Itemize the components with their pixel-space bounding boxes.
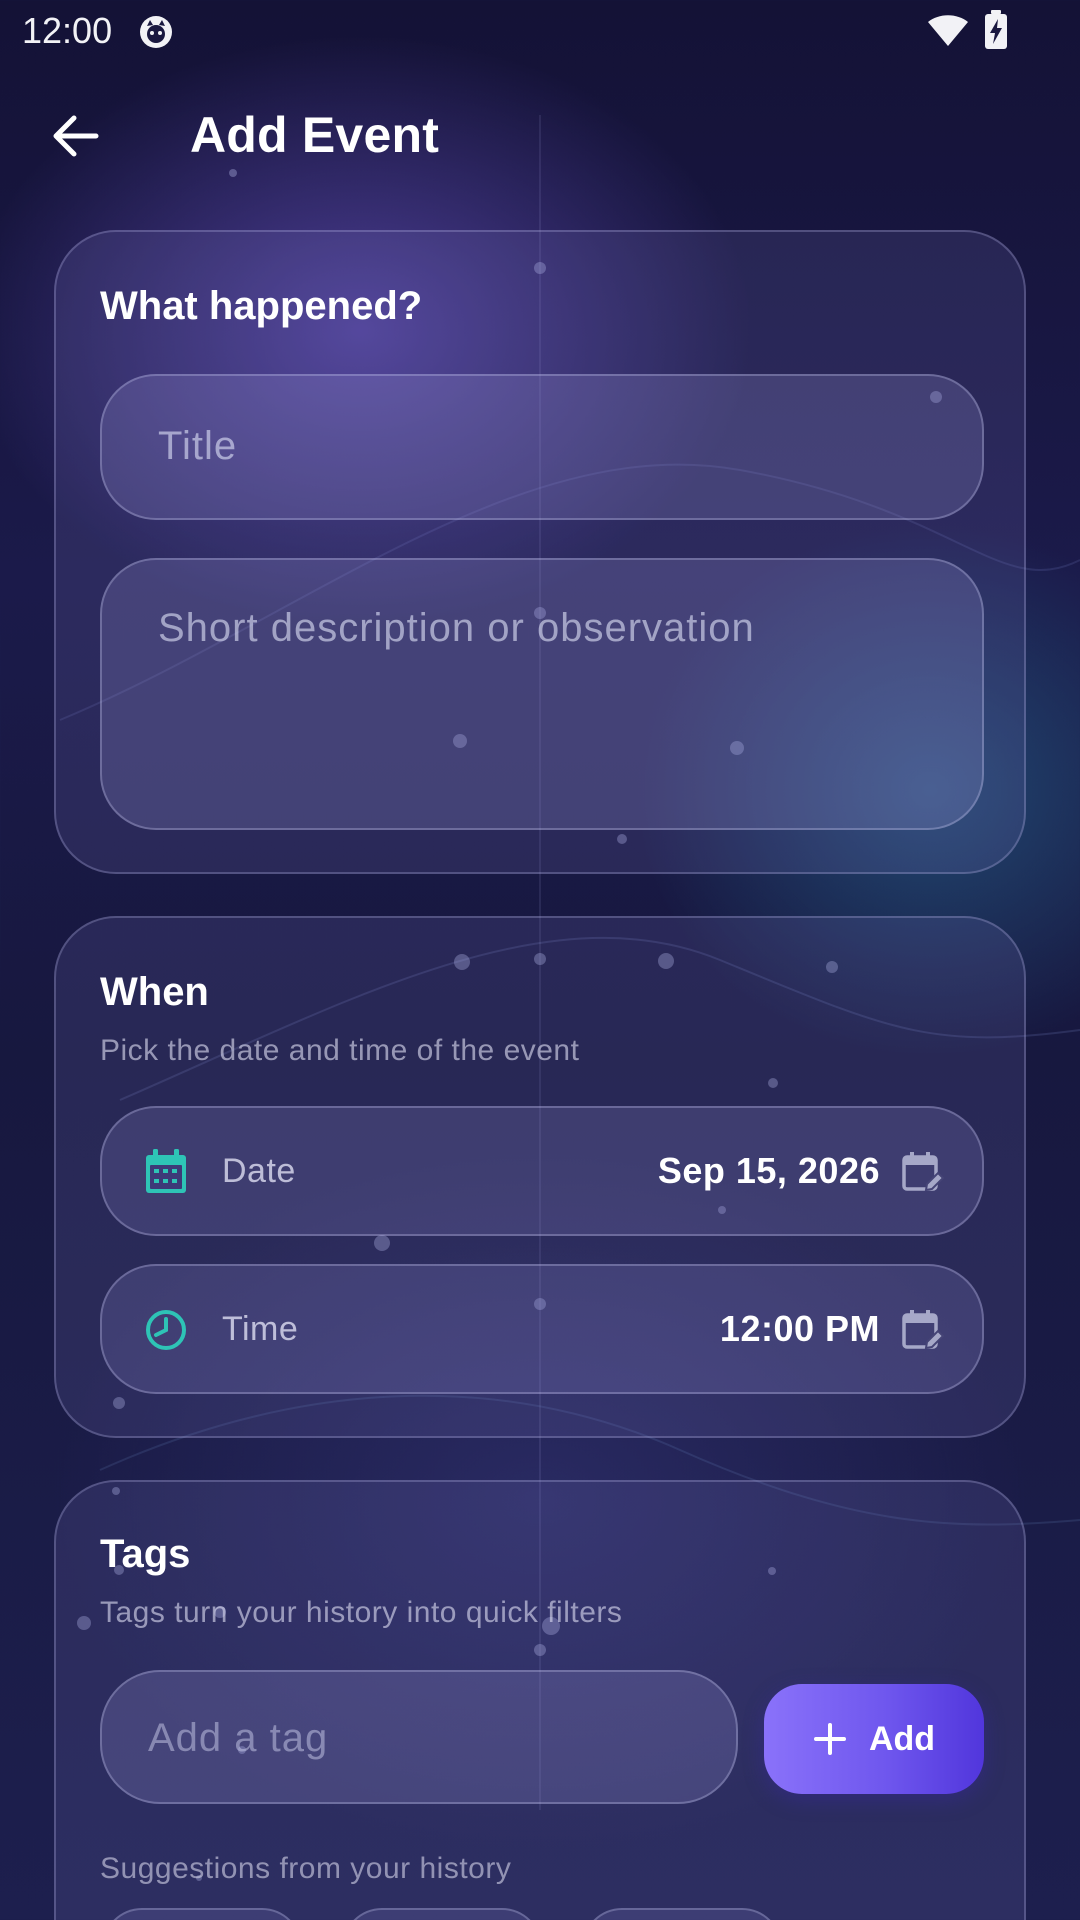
app-notification-icon bbox=[140, 16, 172, 48]
date-picker-field[interactable]: Date Sep 15, 2026 bbox=[100, 1106, 984, 1236]
tags-card: Tags Tags turn your history into quick f… bbox=[54, 1480, 1026, 1920]
arrow-left-icon bbox=[53, 115, 99, 157]
calendar-icon bbox=[146, 1149, 186, 1193]
battery-charging-icon bbox=[985, 10, 1007, 49]
suggestion-chip[interactable] bbox=[342, 1908, 542, 1920]
suggestions-label: Suggestions from your history bbox=[100, 1852, 512, 1885]
date-label: Date bbox=[222, 1152, 296, 1190]
tags-subtitle: Tags turn your history into quick filter… bbox=[100, 1596, 623, 1629]
time-label: Time bbox=[222, 1310, 299, 1348]
description-placeholder: Short description or observation bbox=[158, 606, 755, 650]
tag-input-placeholder: Add a tag bbox=[148, 1716, 329, 1760]
what-happened-card: What happened? Title Short description o… bbox=[54, 230, 1026, 874]
suggestion-chip[interactable] bbox=[102, 1908, 302, 1920]
when-heading: When bbox=[100, 970, 209, 1014]
calendar-edit-icon bbox=[902, 1152, 944, 1192]
time-value: 12:00 PM bbox=[719, 1308, 880, 1349]
add-tag-button[interactable]: Add bbox=[764, 1684, 984, 1794]
clock-icon bbox=[146, 1310, 186, 1350]
calendar-edit-icon bbox=[902, 1310, 944, 1350]
plus-icon bbox=[813, 1723, 846, 1755]
suggestion-chip[interactable] bbox=[582, 1908, 782, 1920]
wifi-icon bbox=[928, 15, 968, 46]
date-value: Sep 15, 2026 bbox=[657, 1150, 880, 1191]
time-picker-field[interactable]: Time 12:00 PM bbox=[100, 1264, 984, 1394]
back-button[interactable] bbox=[40, 104, 110, 168]
add-tag-label: Add bbox=[868, 1719, 936, 1758]
tag-input[interactable]: Add a tag bbox=[100, 1670, 738, 1804]
status-bar: 12:00 bbox=[0, 0, 1080, 64]
title-placeholder: Title bbox=[158, 424, 238, 468]
page-title: Add Event bbox=[190, 107, 440, 163]
tags-heading: Tags bbox=[100, 1532, 191, 1576]
title-field[interactable]: Title bbox=[100, 374, 984, 520]
when-subtitle: Pick the date and time of the event bbox=[100, 1034, 580, 1067]
when-card: When Pick the date and time of the event… bbox=[54, 916, 1026, 1438]
what-happened-heading: What happened? bbox=[100, 284, 423, 328]
description-field[interactable]: Short description or observation bbox=[100, 558, 984, 830]
status-time: 12:00 bbox=[22, 10, 113, 51]
